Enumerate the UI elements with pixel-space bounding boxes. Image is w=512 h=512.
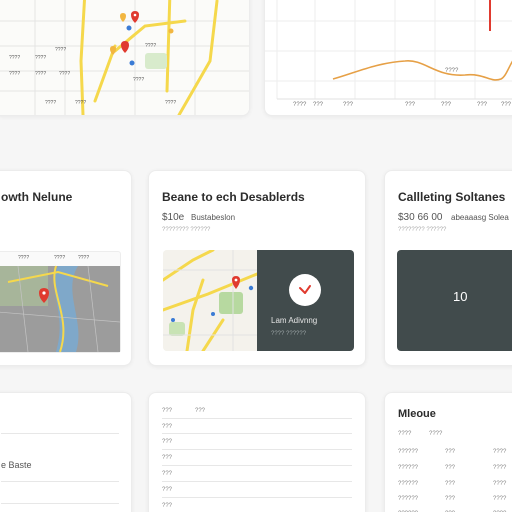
value-panel[interactable]: 10 (397, 250, 512, 351)
map-label: ???? (35, 71, 47, 77)
card-title: Callleting Soltanes (398, 190, 506, 204)
chart-series-line (332, 60, 512, 81)
table-cell: ??? (445, 496, 456, 502)
card-subtitle: Bustabeslon (191, 213, 236, 222)
table-cell: ???? (429, 431, 443, 437)
location-map-graphic (0, 265, 120, 352)
status-panel[interactable]: Lam Adivnng ???? ?????? (257, 250, 354, 351)
location-card[interactable]: owth Nelune ???? ???? ???? (0, 170, 132, 366)
list-row-label: ??? (162, 408, 173, 414)
card-value: $30 66 00 (398, 212, 443, 223)
list-card[interactable]: ??? ??? ??? ??? ??? ??? ??? ??? (148, 392, 366, 512)
chart-x-tick: ???? (293, 102, 307, 108)
row-divider (1, 433, 119, 434)
list-row-label: ??? (162, 471, 173, 477)
list-row-label: ??? (162, 503, 173, 509)
map-label: ???? (54, 255, 66, 261)
table-cell: ?????? (398, 449, 419, 455)
row-divider (162, 497, 352, 498)
table-cell: ?????? (398, 496, 419, 502)
card-title: owth Nelune (1, 190, 73, 204)
map-label: ???? (9, 71, 21, 77)
chart-annotation: ???? (445, 68, 459, 74)
chart-x-tick: ??? (441, 102, 452, 108)
list-row-label: ??? (162, 487, 173, 493)
map-label: ???? (145, 43, 157, 49)
table-cell: ?????? (398, 465, 419, 471)
table-cell: ??? (445, 465, 456, 471)
panel-value: 10 (453, 289, 468, 304)
map-label: ???? (35, 55, 47, 61)
row-divider (162, 449, 352, 450)
map-label: ???? (9, 55, 21, 61)
card-meta: ???????? ?????? (162, 227, 211, 233)
check-circle[interactable] (289, 274, 321, 306)
table-cell: ??? (445, 449, 456, 455)
table-card[interactable]: Mleoue ???? ???? ?????? ??? ???? ?????? … (384, 392, 512, 512)
solutions-card[interactable]: Callleting Soltanes $30 66 00 abeaaasg S… (384, 170, 512, 366)
row-divider (162, 418, 352, 419)
card-label: e Baste (1, 460, 32, 470)
destinations-card[interactable]: Beane to ech Desablerds $10e Bustabeslon… (148, 170, 366, 366)
chart-x-tick: ??? (343, 102, 354, 108)
top-map-card[interactable]: ???? ???? ???? ???? ???? ???? ???? ???? … (0, 0, 250, 116)
list-row-label: ??? (162, 439, 173, 445)
map-label: ???? (18, 255, 30, 261)
map-label: ???? (45, 100, 57, 106)
destination-map[interactable] (163, 250, 257, 351)
row-divider (162, 465, 352, 466)
list-row-label: ??? (162, 455, 173, 461)
map-label: ???? (55, 47, 67, 53)
panel-meta: ???? ?????? (271, 331, 307, 337)
row-divider (162, 433, 352, 434)
dashboard-canvas: ???? ???? ???? ???? ???? ???? ???? ???? … (0, 0, 512, 512)
panel-label: Lam Adivnng (271, 316, 318, 325)
card-title: Mleoue (398, 408, 436, 420)
map-label: ???? (78, 255, 90, 261)
table-cell: ?????? (398, 481, 419, 487)
card-meta: ???????? ?????? (398, 227, 447, 233)
card-subtitle: abeaaasg Solea (451, 213, 509, 222)
table-cell: ???? (398, 431, 412, 437)
map-label: ???? (59, 71, 71, 77)
map-label: ???? (133, 77, 145, 83)
map-label: ???? (165, 100, 177, 106)
chart-x-tick: ??? (501, 102, 512, 108)
check-icon (299, 285, 311, 294)
table-cell: ???? (493, 496, 507, 502)
table-cell: ???? (493, 465, 507, 471)
table-cell: ??? (445, 481, 456, 487)
bottom-left-card[interactable]: e Baste (0, 392, 132, 512)
row-divider (162, 481, 352, 482)
row-divider (1, 503, 119, 504)
line-chart (265, 0, 512, 100)
table-cell: ???? (493, 481, 507, 487)
location-map[interactable]: ???? ???? ???? (0, 251, 121, 353)
card-title: Beane to ech Desablerds (162, 190, 305, 204)
destination-map-graphic (163, 250, 257, 351)
map-label: ???? (75, 100, 87, 106)
list-header: ??? (195, 408, 206, 414)
card-value: $10e (162, 212, 185, 223)
chart-x-tick: ??? (405, 102, 416, 108)
top-chart-card[interactable]: ???? ??? ??? ??? ??? ??? ??? ???? (264, 0, 512, 116)
row-divider (1, 481, 119, 482)
chart-x-tick: ??? (313, 102, 324, 108)
list-row-label: ??? (162, 424, 173, 430)
chart-x-tick: ??? (477, 102, 488, 108)
table-cell: ???? (493, 449, 507, 455)
